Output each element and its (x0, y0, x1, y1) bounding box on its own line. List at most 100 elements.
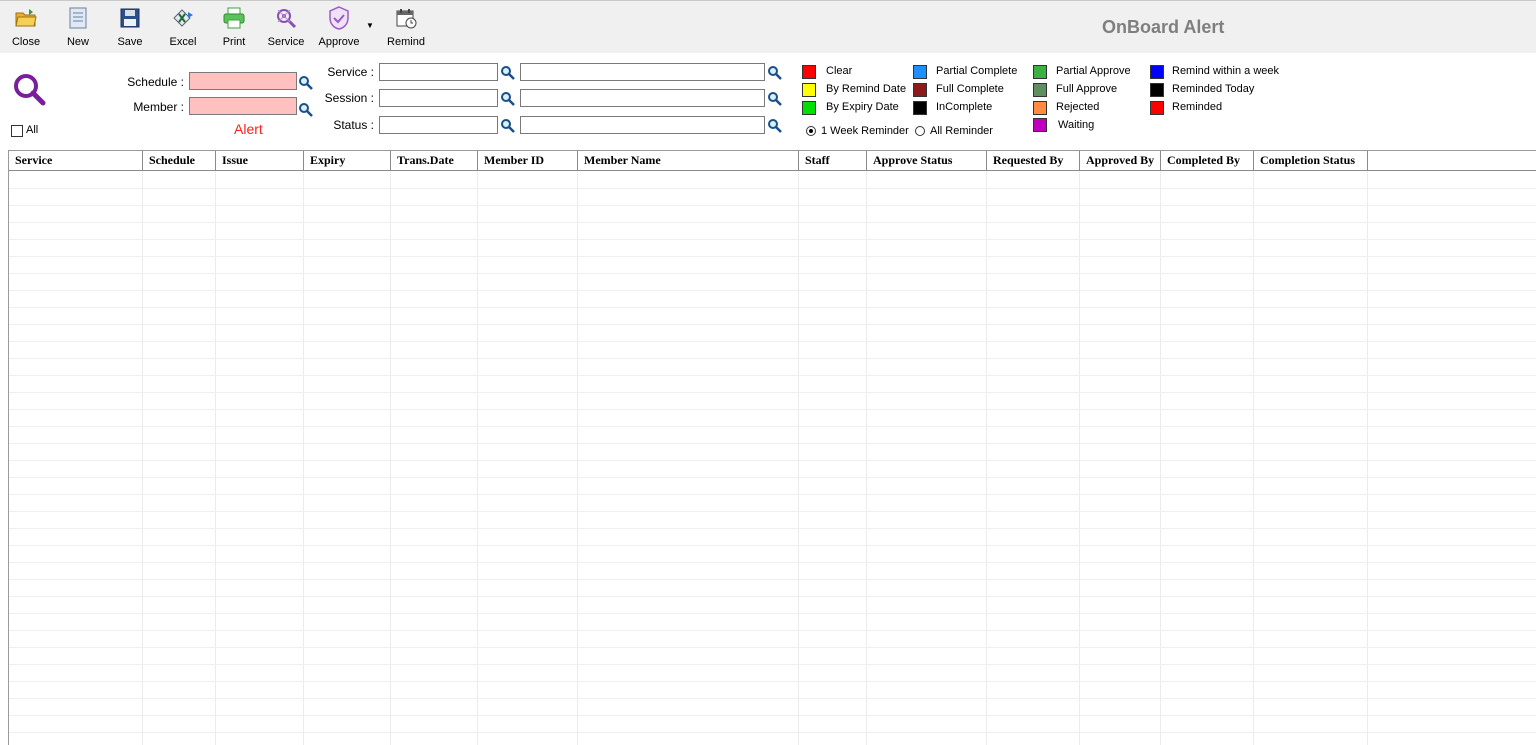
grid-column-divider (1160, 171, 1161, 745)
excel-button[interactable]: Excel (164, 5, 202, 51)
radio-all-reminder-label: All Reminder (930, 125, 993, 137)
schedule-input[interactable] (189, 72, 297, 90)
approve-dropdown-arrow-icon[interactable]: ▼ (366, 21, 374, 30)
column-header-completion-status[interactable]: Completion Status (1254, 151, 1368, 170)
column-header-approve-status[interactable]: Approve Status (867, 151, 987, 170)
legend-swatch-waiting (1033, 118, 1047, 132)
session-code-lookup-icon[interactable] (499, 90, 516, 107)
grid-row-divider (9, 222, 1536, 223)
status-filter-label: Status : (333, 118, 374, 132)
service-label: Service (267, 36, 305, 48)
grid-column-divider (1079, 171, 1080, 745)
grid-row-divider (9, 324, 1536, 325)
grid-row-divider (9, 562, 1536, 563)
approve-label: Approve (318, 36, 360, 48)
grid-row-divider (9, 596, 1536, 597)
grid-row-divider (9, 681, 1536, 682)
grid-row-divider (9, 715, 1536, 716)
print-label: Print (222, 36, 246, 48)
column-header-issue[interactable]: Issue (216, 151, 304, 170)
legend-label-full-complete: Full Complete (936, 83, 1004, 95)
legend-swatch-clear (802, 65, 816, 79)
column-header-schedule[interactable]: Schedule (143, 151, 216, 170)
grid-row-divider (9, 205, 1536, 206)
all-checkbox[interactable] (11, 125, 23, 137)
service-code-lookup-icon[interactable] (499, 64, 516, 81)
grid-row-divider (9, 528, 1536, 529)
legend-label-remind-within-week: Remind within a week (1172, 65, 1279, 77)
approve-shield-icon (327, 5, 351, 31)
grid-body[interactable] (9, 171, 1536, 745)
save-button[interactable]: Save (114, 5, 146, 51)
grid-row-divider (9, 630, 1536, 631)
column-header-approved-by[interactable]: Approved By (1080, 151, 1161, 170)
column-header-requested-by[interactable]: Requested By (987, 151, 1080, 170)
member-input[interactable] (189, 97, 297, 115)
legend-swatch-incomplete (913, 101, 927, 115)
toolbar: Close New Save Excel Print Service Appro… (0, 0, 1536, 53)
service-filter-label: Service : (327, 65, 374, 79)
floppy-disk-icon (118, 5, 142, 31)
grid-column-divider (215, 171, 216, 745)
print-button[interactable]: Print (216, 5, 252, 51)
close-button[interactable]: Close (8, 5, 44, 51)
grid-row-divider (9, 443, 1536, 444)
session-name-input[interactable] (520, 89, 765, 107)
status-name-lookup-icon[interactable] (766, 117, 783, 134)
service-name-lookup-icon[interactable] (766, 64, 783, 81)
grid-row-divider (9, 256, 1536, 257)
excel-export-icon (171, 5, 195, 31)
grid-row-divider (9, 426, 1536, 427)
legend-swatch-by-remind-date (802, 83, 816, 97)
grid-row-divider (9, 511, 1536, 512)
status-code-input[interactable] (379, 116, 498, 134)
grid-column-divider (798, 171, 799, 745)
grid-column-divider (986, 171, 987, 745)
status-code-lookup-icon[interactable] (499, 117, 516, 134)
session-name-lookup-icon[interactable] (766, 90, 783, 107)
column-header-member-name[interactable]: Member Name (578, 151, 799, 170)
grid-row-divider (9, 579, 1536, 580)
grid-row-divider (9, 392, 1536, 393)
service-code-input[interactable] (379, 63, 498, 81)
grid-column-divider (866, 171, 867, 745)
member-label: Member : (133, 100, 184, 114)
grid-row-divider (9, 732, 1536, 733)
legend-swatch-reminded-today (1150, 83, 1164, 97)
legend-swatch-partial-complete (913, 65, 927, 79)
legend-label-partial-approve: Partial Approve (1056, 65, 1131, 77)
search-icon[interactable] (12, 72, 48, 111)
grid-column-divider (477, 171, 478, 745)
column-header-expiry[interactable]: Expiry (304, 151, 391, 170)
column-header-service[interactable]: Service (9, 151, 143, 170)
column-header-completed-by[interactable]: Completed By (1161, 151, 1254, 170)
legend-swatch-by-expiry-date (802, 101, 816, 115)
column-header-member-id[interactable]: Member ID (478, 151, 578, 170)
all-checkbox-label: All (26, 124, 39, 136)
radio-1-week-reminder[interactable] (806, 126, 816, 136)
new-button[interactable]: New (62, 5, 94, 51)
radio-1-week-reminder-label: 1 Week Reminder (821, 125, 909, 137)
column-header-trans-date[interactable]: Trans.Date (391, 151, 478, 170)
remind-button[interactable]: Remind (384, 5, 428, 51)
legend-label-clear: Clear (826, 65, 853, 77)
grid-row-divider (9, 494, 1536, 495)
service-name-input[interactable] (520, 63, 765, 81)
legend-label-incomplete: InComplete (936, 101, 993, 113)
service-button[interactable]: Service (266, 5, 306, 51)
alert-grid[interactable]: Service Schedule Issue Expiry Trans.Date… (8, 150, 1536, 745)
grid-row-divider (9, 647, 1536, 648)
document-icon (66, 5, 90, 31)
schedule-label: Schedule : (127, 75, 184, 89)
session-code-input[interactable] (379, 89, 498, 107)
approve-button[interactable]: Approve (314, 5, 364, 51)
column-header-staff[interactable]: Staff (799, 151, 867, 170)
page-title: OnBoard Alert (1102, 17, 1225, 37)
grid-row-divider (9, 290, 1536, 291)
status-name-input[interactable] (520, 116, 765, 134)
folder-icon (14, 5, 38, 31)
session-filter-label: Session : (324, 91, 374, 105)
grid-row-divider (9, 239, 1536, 240)
calendar-reminder-icon (394, 5, 418, 31)
radio-all-reminder[interactable] (915, 126, 925, 136)
